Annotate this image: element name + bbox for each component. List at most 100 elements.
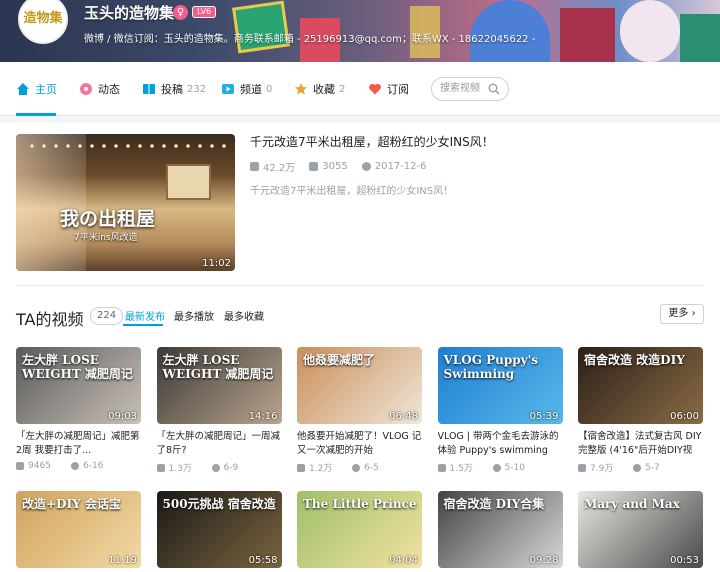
level-badge: LV6 [192, 6, 217, 18]
play-count-icon [250, 162, 259, 171]
video-thumbnail[interactable]: 宿舍改造 DIY合集 09:28 [437, 491, 563, 568]
main-content: 我の出租屋 7平米ins风改造 11:02 千元改造7平米出租屋，超粉红的少女I… [0, 123, 720, 572]
views-stat: 1.5万 [437, 461, 493, 474]
tab-label: 订阅 [387, 83, 409, 96]
banner-decoration [560, 8, 615, 62]
thumb-caption: VLOG Puppy's Swimming [443, 353, 539, 381]
date-stat: 5-10 [492, 461, 548, 474]
search-icon[interactable] [488, 83, 500, 95]
tab-count: 0 [266, 83, 273, 95]
video-thumbnail[interactable]: 他叒要减肥了 06:48 [297, 347, 422, 424]
clock-icon [361, 162, 371, 171]
video-thumbnail[interactable]: 左大胖 LOSE WEIGHT 减肥周记 14:16 [156, 347, 282, 424]
avatar[interactable]: 造物集 [18, 0, 68, 44]
tab-latest[interactable]: 最新发布 [125, 308, 165, 323]
video-thumbnail[interactable]: The Little Prince 04:04 [297, 491, 422, 568]
thumb-string-lights [26, 144, 226, 148]
video-duration: 04:04 [389, 555, 418, 566]
tab-label: 动态 [98, 83, 120, 96]
tab-label: 主页 [35, 83, 57, 96]
video-title[interactable]: 他叒要开始减肥了！VLOG 记又一次减肥的开始 [297, 430, 422, 458]
thumb-caption: The Little Prince [303, 497, 417, 511]
date-stat: 6-16 [71, 461, 126, 471]
clock-icon [492, 463, 501, 472]
danmaku-icon [309, 162, 319, 171]
search-placeholder: 搜索视频 [440, 83, 480, 94]
username[interactable]: 玉头的造物集 [84, 2, 174, 23]
tab-most-played[interactable]: 最多播放 [174, 308, 214, 323]
thumb-caption: 他叒要减肥了 [303, 353, 376, 367]
active-tab-indicator [123, 324, 163, 326]
video-card[interactable]: The Little Prince 04:04 [297, 491, 422, 568]
tab-subscriptions[interactable]: 订阅 [368, 81, 409, 97]
date-stat: 2017-12-6 [361, 159, 426, 174]
tab-label: 收藏 [313, 83, 335, 96]
search-input[interactable]: 搜索视频 [431, 77, 509, 101]
video-duration: 11:02 [202, 258, 231, 269]
thumb-caption: 我の出租屋 [60, 208, 156, 230]
video-title[interactable]: 「左大胖の减肥周记」一周减了8斤? [157, 430, 282, 458]
video-title[interactable]: 【宿舍改造】法式复古风 DIY完整版 (4'16"后开始DIY视频) [578, 430, 703, 458]
video-card[interactable]: 宿舍改造 DIY合集 09:28 [437, 491, 563, 568]
video-card[interactable]: 宿舍改造 改造DIY 06:00 【宿舍改造】法式复古风 DIY完整版 (4'16"… [578, 347, 703, 474]
video-meta: 7.9万 5-7 [578, 461, 703, 474]
tab-favorites[interactable]: 收藏 2 [294, 81, 345, 97]
featured-video-stats: 42.2万 3055 2017-12-6 [250, 159, 440, 174]
book-icon [143, 84, 155, 94]
featured-video-title[interactable]: 千元改造7平米出租屋，超粉红的少女INS风！ [250, 133, 494, 150]
banner-bunny-plush [620, 0, 680, 62]
tab-submissions[interactable]: 投稿 232 [142, 81, 206, 97]
clock-icon [71, 462, 79, 470]
tab-count: 2 [339, 83, 346, 95]
user-signature: 微博 / 微信订阅：玉头的造物集。商务联系邮箱 - 25196913@qq.co… [84, 34, 536, 45]
clock-icon [211, 463, 220, 472]
star-icon [295, 83, 307, 95]
thumb-subcaption: 7平米ins风改造 [74, 233, 138, 243]
video-thumbnail[interactable]: Mary and Max 00:53 [578, 491, 703, 568]
video-title[interactable]: 「左大胖の减肥周记」减肥第2周 我要打击了... [16, 430, 141, 458]
tab-count: 232 [187, 83, 207, 95]
tab-most-favorited[interactable]: 最多收藏 [224, 308, 264, 323]
thumb-caption: 左大胖 LOSE WEIGHT 减肥周记 [22, 353, 133, 381]
tab-label: 频道 [240, 83, 262, 96]
home-icon [17, 83, 29, 95]
video-thumbnail[interactable]: VLOG Puppy's Swimming 05:39 [437, 347, 563, 424]
tab-channels[interactable]: 频道 0 [221, 81, 272, 97]
video-duration: 00:53 [670, 555, 699, 566]
video-thumbnail[interactable]: 500元挑战 宿舍改造 05:58 [156, 491, 282, 568]
video-thumbnail[interactable]: 左大胖 LOSE WEIGHT 减肥周记 09:03 [16, 347, 141, 424]
heart-icon [369, 83, 381, 95]
video-card[interactable]: 左大胖 LOSE WEIGHT 减肥周记 14:16 「左大胖の减肥周记」一周减了8… [156, 347, 282, 474]
tab-home[interactable]: 主页 [16, 81, 57, 97]
video-title[interactable]: VLOG | 带两个金毛去游泳的体验 Puppy's swimming [438, 430, 563, 458]
play-channel-icon [222, 84, 234, 94]
video-duration: 06:48 [389, 411, 418, 422]
video-card[interactable]: VLOG Puppy's Swimming 05:39 VLOG | 带两个金毛去游… [437, 347, 563, 474]
video-thumbnail[interactable]: 宿舍改造 改造DIY 06:00 [578, 347, 703, 424]
play-count-icon [437, 463, 446, 472]
date-stat: 6-9 [211, 461, 267, 474]
views-stat: 9465 [16, 461, 71, 471]
video-card[interactable]: 500元挑战 宿舍改造 05:58 [156, 491, 282, 568]
views-stat: 7.9万 [578, 461, 633, 474]
thumb-curtain [16, 134, 86, 271]
video-meta: 9465 6-16 [16, 461, 141, 471]
video-duration: 05:58 [248, 555, 278, 566]
date-stat: 6-5 [352, 461, 407, 474]
thumb-caption: 宿舍改造 改造DIY [584, 353, 685, 367]
video-card[interactable]: 他叒要减肥了 06:48 他叒要开始减肥了！VLOG 记又一次减肥的开始 1.2万 6-… [297, 347, 422, 474]
tab-label: 投稿 [161, 83, 183, 96]
video-thumbnail[interactable]: 改造+DIY 会话宝 11:19 [16, 491, 141, 568]
views-stat: 42.2万 [250, 159, 295, 174]
video-duration: 06:00 [670, 411, 699, 422]
date-stat: 5-7 [633, 461, 688, 474]
video-card[interactable]: Mary and Max 00:53 [578, 491, 703, 568]
flower-icon [80, 83, 92, 95]
views-stat: 1.2万 [297, 461, 352, 474]
video-card[interactable]: 左大胖 LOSE WEIGHT 减肥周记 09:03 「左大胖の减肥周记」减肥第2周… [16, 347, 141, 471]
tab-dynamic[interactable]: 动态 [79, 81, 120, 97]
featured-video-thumbnail[interactable]: 我の出租屋 7平米ins风改造 11:02 [16, 134, 235, 271]
video-card[interactable]: 改造+DIY 会话宝 11:19 [16, 491, 141, 568]
video-duration: 14:16 [248, 411, 278, 422]
more-button[interactable]: 更多 › [660, 304, 704, 324]
